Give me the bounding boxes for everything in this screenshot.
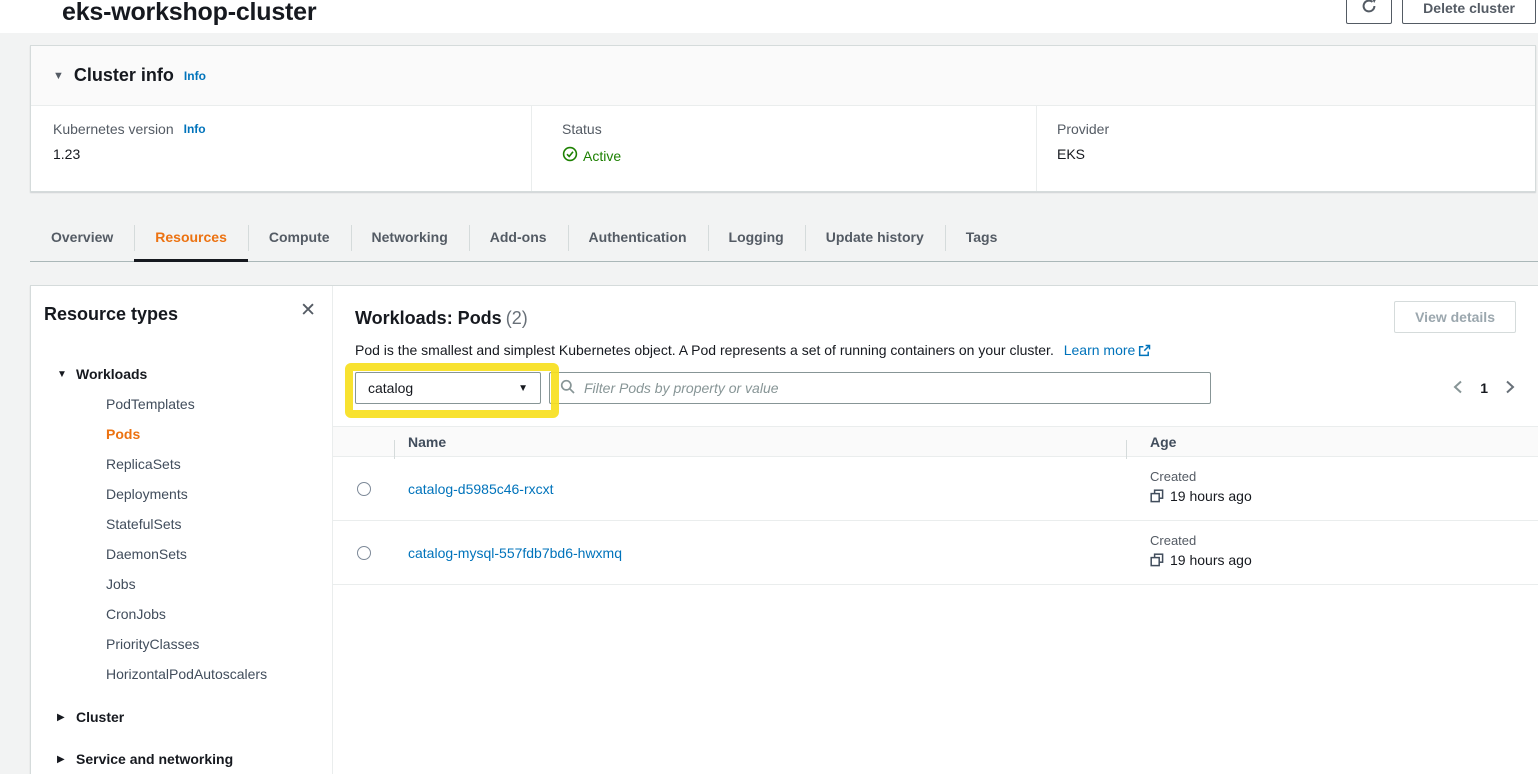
tab-compute[interactable]: Compute bbox=[248, 215, 351, 261]
top-bar: eks-workshop-cluster Delete cluster bbox=[0, 0, 1538, 33]
resource-tree: ▼ Workloads PodTemplates Pods ReplicaSet… bbox=[44, 359, 316, 774]
delete-cluster-button[interactable]: Delete cluster bbox=[1402, 0, 1536, 24]
header-actions: Delete cluster bbox=[1346, 0, 1536, 24]
search-icon bbox=[560, 379, 576, 398]
cluster-info-header[interactable]: ▼ Cluster info Info bbox=[31, 46, 1535, 106]
page-title: eks-workshop-cluster bbox=[62, 0, 316, 27]
resource-types-title: Resource types bbox=[44, 304, 316, 325]
row-radio-button[interactable] bbox=[357, 546, 371, 560]
copy-icon[interactable] bbox=[1150, 489, 1164, 503]
pods-filter-searchbox[interactable] bbox=[549, 372, 1211, 404]
tab-resources[interactable]: Resources bbox=[134, 215, 248, 261]
age-created-label: Created bbox=[1150, 469, 1538, 484]
sidebar-item-podtemplates[interactable]: PodTemplates bbox=[44, 389, 316, 419]
pods-table: Name Age catalog-d5985c46-rxcxt Created … bbox=[333, 426, 1538, 585]
resources-content: Resource types ✕ ▼ Workloads PodTemplate… bbox=[30, 285, 1538, 774]
row-radio-button[interactable] bbox=[357, 482, 371, 496]
provider-label: Provider bbox=[1057, 121, 1109, 137]
caret-right-icon: ▶ bbox=[44, 712, 63, 723]
cluster-info-info-link[interactable]: Info bbox=[184, 69, 206, 83]
tree-group-workloads[interactable]: ▼ Workloads bbox=[44, 359, 316, 389]
kubernetes-version-value: 1.23 bbox=[53, 146, 531, 162]
sidebar-item-horizontalpodautoscalers[interactable]: HorizontalPodAutoscalers bbox=[44, 659, 316, 689]
pods-panel: Workloads: Pods(2) View details Pod is t… bbox=[333, 286, 1538, 774]
current-page-number[interactable]: 1 bbox=[1480, 380, 1488, 396]
cluster-info-card: ▼ Cluster info Info Kubernetes version I… bbox=[30, 45, 1536, 192]
sidebar-item-deployments[interactable]: Deployments bbox=[44, 479, 316, 509]
age-value: 19 hours ago bbox=[1170, 552, 1252, 568]
sidebar-item-pods[interactable]: Pods bbox=[44, 419, 316, 449]
pods-count: (2) bbox=[506, 308, 528, 328]
view-details-button[interactable]: View details bbox=[1394, 301, 1516, 333]
refresh-button[interactable] bbox=[1346, 0, 1392, 24]
check-circle-icon bbox=[562, 146, 578, 165]
tab-add-ons[interactable]: Add-ons bbox=[469, 215, 568, 261]
refresh-icon bbox=[1361, 0, 1377, 17]
tree-group-cluster[interactable]: ▶ Cluster bbox=[44, 702, 316, 732]
pagination: 1 bbox=[1452, 380, 1516, 397]
kubernetes-version-info-link[interactable]: Info bbox=[184, 122, 206, 136]
external-link-icon bbox=[1138, 344, 1151, 360]
chevron-left-icon bbox=[1452, 380, 1464, 397]
sidebar-item-replicasets[interactable]: ReplicaSets bbox=[44, 449, 316, 479]
provider-field: Provider EKS bbox=[1036, 106, 1535, 191]
status-field: Status Active bbox=[531, 106, 1036, 191]
copy-icon[interactable] bbox=[1150, 553, 1164, 567]
tree-group-service-and-networking[interactable]: ▶ Service and networking bbox=[44, 744, 316, 774]
table-row: catalog-mysql-557fdb7bd6-hwxmq Created 1… bbox=[333, 521, 1538, 585]
tab-logging[interactable]: Logging bbox=[708, 215, 805, 261]
caret-down-icon: ▼ bbox=[518, 383, 528, 394]
kubernetes-version-label: Kubernetes version bbox=[53, 121, 174, 137]
table-row: catalog-d5985c46-rxcxt Created 19 hours … bbox=[333, 457, 1538, 521]
pods-description: Pod is the smallest and simplest Kuberne… bbox=[355, 342, 1054, 358]
cluster-info-body: Kubernetes version Info 1.23 Status Acti… bbox=[31, 106, 1535, 191]
table-header-row: Name Age bbox=[333, 426, 1538, 457]
pod-name-link[interactable]: catalog-d5985c46-rxcxt bbox=[408, 481, 554, 497]
panel-title: Workloads: Pods(2) bbox=[355, 308, 528, 329]
caret-down-icon: ▼ bbox=[53, 70, 64, 82]
tree-group-label: Cluster bbox=[76, 709, 124, 725]
kubernetes-version-field: Kubernetes version Info 1.23 bbox=[31, 106, 531, 191]
status-label: Status bbox=[562, 121, 602, 137]
close-icon[interactable]: ✕ bbox=[300, 301, 316, 320]
tab-update-history[interactable]: Update history bbox=[805, 215, 945, 261]
search-input[interactable] bbox=[584, 380, 1200, 396]
resource-types-sidebar: Resource types ✕ ▼ Workloads PodTemplate… bbox=[31, 286, 333, 774]
next-page-button[interactable] bbox=[1504, 380, 1516, 397]
namespace-filter-dropdown[interactable]: catalog ▼ bbox=[355, 372, 541, 404]
provider-value: EKS bbox=[1057, 146, 1535, 162]
sidebar-item-statefulsets[interactable]: StatefulSets bbox=[44, 509, 316, 539]
age-value: 19 hours ago bbox=[1170, 488, 1252, 504]
sidebar-item-daemonsets[interactable]: DaemonSets bbox=[44, 539, 316, 569]
learn-more-link[interactable]: Learn more bbox=[1064, 342, 1152, 358]
cluster-info-title: Cluster info bbox=[74, 65, 174, 86]
caret-right-icon: ▶ bbox=[44, 754, 63, 765]
column-header-age[interactable]: Age bbox=[1150, 434, 1176, 450]
age-created-label: Created bbox=[1150, 533, 1538, 548]
caret-down-icon: ▼ bbox=[44, 369, 63, 380]
sidebar-item-jobs[interactable]: Jobs bbox=[44, 569, 316, 599]
tab-tags[interactable]: Tags bbox=[945, 215, 1019, 261]
tree-group-label: Service and networking bbox=[76, 751, 233, 767]
column-header-name[interactable]: Name bbox=[408, 434, 446, 450]
tab-overview[interactable]: Overview bbox=[30, 215, 134, 261]
chevron-right-icon bbox=[1504, 380, 1516, 397]
tab-authentication[interactable]: Authentication bbox=[568, 215, 708, 261]
tree-group-label: Workloads bbox=[76, 366, 147, 382]
dropdown-selected-value: catalog bbox=[368, 380, 518, 396]
sidebar-item-priorityclasses[interactable]: PriorityClasses bbox=[44, 629, 316, 659]
tab-networking[interactable]: Networking bbox=[351, 215, 469, 261]
status-badge: Active bbox=[583, 148, 621, 164]
sidebar-item-cronjobs[interactable]: CronJobs bbox=[44, 599, 316, 629]
previous-page-button[interactable] bbox=[1452, 380, 1464, 397]
tab-bar: Overview Resources Compute Networking Ad… bbox=[30, 215, 1538, 262]
pod-name-link[interactable]: catalog-mysql-557fdb7bd6-hwxmq bbox=[408, 545, 622, 561]
